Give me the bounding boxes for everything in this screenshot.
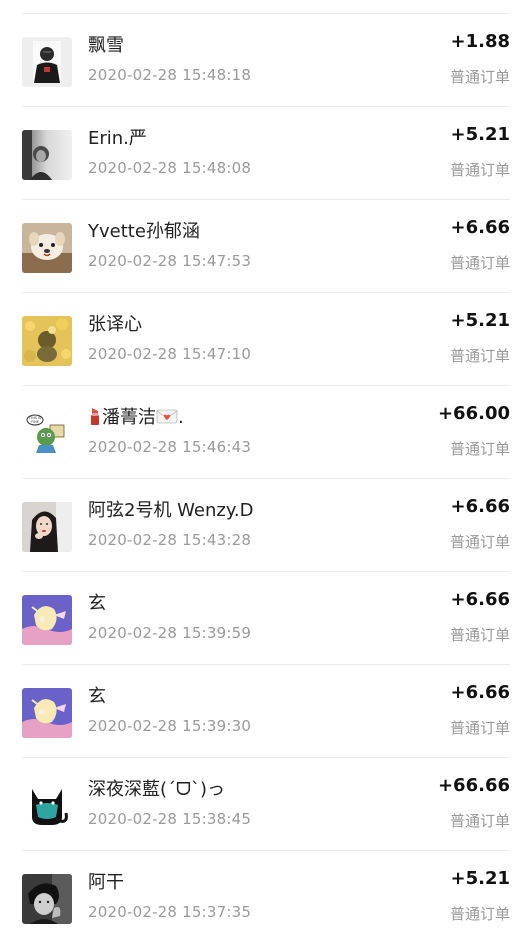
avatar[interactable]	[22, 688, 72, 738]
customer-name: 玄	[88, 686, 106, 707]
customer-name: Yvette孙郁涵	[88, 221, 200, 242]
order-time: 2020-02-28 15:46:43	[88, 438, 252, 456]
avatar[interactable]	[22, 223, 72, 273]
order-type: 普通订单	[449, 812, 510, 830]
order-time: 2020-02-28 15:38:45	[88, 810, 252, 828]
order-amount: +66.66	[437, 775, 510, 796]
order-time: 2020-02-28 15:43:28	[88, 531, 252, 549]
order-amount: +5.21	[450, 868, 511, 889]
order-row[interactable]: 张译心 2020-02-28 15:47:10 +5.21 普通订单	[0, 293, 532, 386]
avatar[interactable]	[22, 502, 72, 552]
order-row[interactable]: 飘雪 2020-02-28 15:48:18 +1.88 普通订单	[0, 14, 532, 107]
customer-name: 飘雪	[88, 35, 124, 56]
love-letter-emoji	[156, 408, 178, 429]
order-type: 普通订单	[449, 68, 510, 86]
order-row[interactable]: Yvette孙郁涵 2020-02-28 15:47:53 +6.66 普通订单	[0, 200, 532, 293]
lipstick-emoji	[88, 406, 102, 431]
customer-name: Erin.严	[88, 128, 147, 149]
avatar[interactable]	[22, 130, 72, 180]
order-amount: +66.00	[437, 403, 510, 424]
order-row[interactable]: 玄 2020-02-28 15:39:59 +6.66 普通订单	[0, 572, 532, 665]
order-time: 2020-02-28 15:39:30	[88, 717, 252, 735]
order-row[interactable]: 玄 2020-02-28 15:39:30 +6.66 普通订单	[0, 665, 532, 758]
order-row[interactable]: Erin.严 2020-02-28 15:48:08 +5.21 普通订单	[0, 107, 532, 200]
avatar[interactable]	[22, 781, 72, 831]
order-row[interactable]: 阿干 2020-02-28 15:37:35 +5.21 普通订单	[0, 851, 532, 944]
order-amount: +5.21	[450, 310, 511, 331]
customer-name: 阿干	[88, 872, 124, 893]
order-amount: +6.66	[450, 682, 511, 703]
order-type: 普通订单	[449, 719, 510, 737]
order-row[interactable]: 深夜深藍(ˊᗜˋ)っ 2020-02-28 15:38:45 +66.66 普通…	[0, 758, 532, 851]
order-row[interactable]: 阿弦2号机 Wenzy.D 2020-02-28 15:43:28 +6.66 …	[0, 479, 532, 572]
order-time: 2020-02-28 15:48:18	[88, 66, 252, 84]
customer-name: 张译心	[88, 314, 142, 335]
avatar[interactable]	[22, 37, 72, 87]
avatar[interactable]	[22, 595, 72, 645]
svg-text:FINE: FINE	[31, 420, 39, 424]
order-row[interactable]: THIS IS FINE 潘菁洁. 2020-02-28 15:46:43 +66…	[0, 386, 532, 479]
order-type: 普通订单	[449, 347, 510, 365]
avatar[interactable]: THIS IS FINE	[22, 409, 72, 459]
order-type: 普通订单	[449, 626, 510, 644]
order-time: 2020-02-28 15:37:35	[88, 903, 252, 921]
customer-name: 深夜深藍(ˊᗜˋ)っ	[88, 779, 225, 800]
avatar[interactable]	[22, 316, 72, 366]
order-type: 普通订单	[449, 440, 510, 458]
order-amount: +1.88	[450, 31, 511, 52]
order-amount: +6.66	[450, 589, 511, 610]
order-time: 2020-02-28 15:39:59	[88, 624, 252, 642]
order-time: 2020-02-28 15:48:08	[88, 159, 252, 177]
customer-name: 阿弦2号机 Wenzy.D	[88, 500, 254, 521]
order-amount: +6.66	[450, 217, 511, 238]
order-type: 普通订单	[449, 905, 510, 923]
avatar[interactable]	[22, 874, 72, 924]
order-type: 普通订单	[449, 161, 510, 179]
order-amount: +5.21	[450, 124, 511, 145]
order-time: 2020-02-28 15:47:10	[88, 345, 252, 363]
customer-name: 潘菁洁.	[88, 403, 184, 431]
order-amount: +6.66	[450, 496, 511, 517]
order-type: 普通订单	[449, 533, 510, 551]
customer-name: 玄	[88, 593, 106, 614]
order-time: 2020-02-28 15:47:53	[88, 252, 252, 270]
order-type: 普通订单	[449, 254, 510, 272]
